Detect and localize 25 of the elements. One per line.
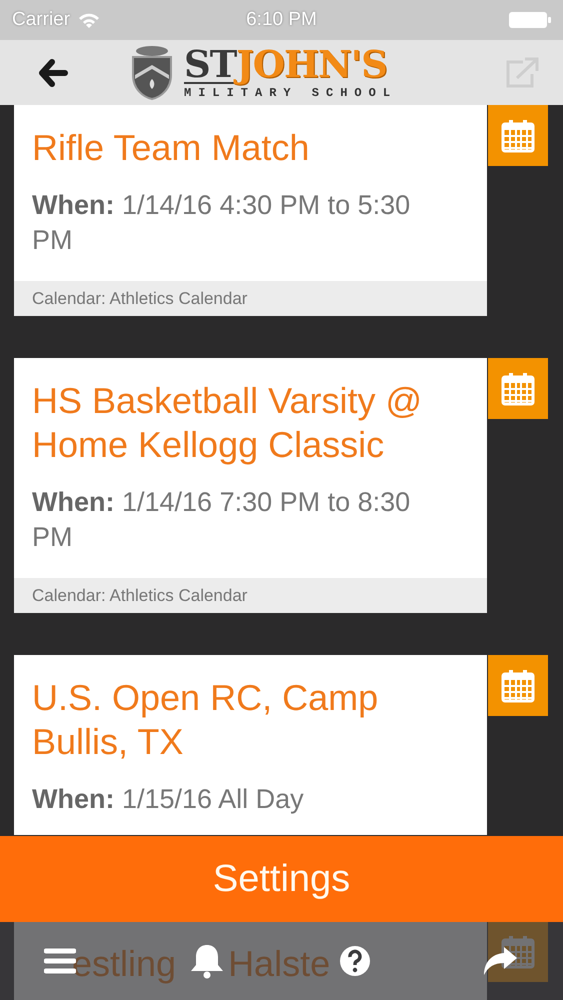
help-icon[interactable] — [339, 945, 371, 977]
wifi-icon — [78, 12, 100, 28]
event-title: HS Basketball Varsity @ Home Kellogg Classic — [31, 379, 424, 467]
calendar-name: Calendar: Athletics Calendar — [14, 281, 487, 316]
event-time: When: 1/15/16 All Day — [32, 783, 305, 816]
share-arrow-icon[interactable] — [482, 945, 518, 977]
crest-icon — [130, 44, 174, 100]
logo-subtitle: MILITARY SCHOOL — [184, 86, 398, 100]
bell-icon[interactable] — [190, 943, 224, 979]
event-title-fragment: Halste — [228, 942, 330, 986]
calendar-icon — [501, 118, 535, 152]
battery-icon — [509, 11, 551, 29]
event-title-fragment: estling — [72, 942, 176, 986]
logo-text: JOHN'S — [236, 46, 387, 84]
event-card[interactable]: Rifle Team Match When: 1/14/16 4:30 PM to 5:30 PM Calendar: Athletics Calendar — [14, 105, 487, 316]
event-card[interactable]: U.S. Open RC, Camp Bullis, TX When: 1/15/16 All Day — [14, 655, 487, 835]
back-arrow-icon[interactable] — [38, 58, 68, 86]
event-title: Rifle Team Match — [31, 126, 310, 170]
event-time: When: 1/14/16 7:30 PM to 8:30 PM — [32, 486, 412, 554]
calendar-icon — [501, 668, 535, 702]
event-card[interactable]: HS Basketball Varsity @ Home Kellogg Classic When: 1/14/16 7:30 PM to 8:30 PM Calendar: Athletics Calendar — [14, 358, 487, 613]
event-time: When: 1/14/16 4:30 PM to 5:30 PM — [32, 189, 412, 257]
calendar-name: Calendar: Athletics Calendar — [14, 578, 487, 613]
calendar-icon — [501, 372, 535, 406]
event-title: U.S. Open RC, Camp Bullis, TX — [31, 676, 380, 764]
